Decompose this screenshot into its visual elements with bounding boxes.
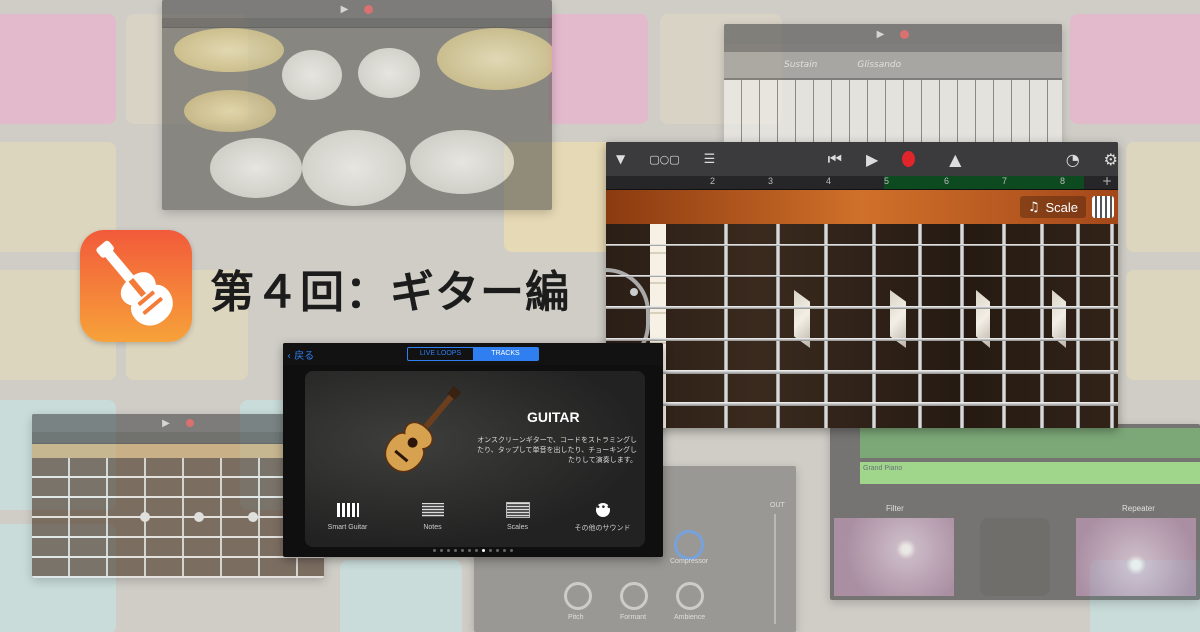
instrument-card: GUITAR オンスクリーンギターで、コードをストラミングしたり、タップして単音… [305,371,645,547]
ruler-number: 5 [884,176,890,186]
piano-keys[interactable] [724,80,1062,144]
filter-label: Filter [886,504,904,513]
main-toolbar: ▼ ▢○▢ ☰ ⏮ ▶ ▲ ◔ ⚙ [606,142,1118,176]
guitar-icon [96,240,173,326]
scales-fretboard-icon [505,502,530,518]
back-label: 戻る [294,351,315,362]
glissando-label[interactable]: Glissando [857,60,901,70]
option-label: その他のサウンド [574,524,631,532]
knob-label-compressor: Compressor [670,558,709,565]
guitar-string[interactable] [606,244,1118,246]
kick-drum [302,130,406,206]
repeater-xy-pad[interactable] [1076,518,1196,596]
mixer-icon[interactable]: ☰ [704,152,716,167]
instrument-description: オンスクリーンギターで、コードをストラミングしたり、タップして単音を出したり、チ… [476,436,637,464]
option-more-sounds[interactable]: ••• その他のサウンド [568,503,638,533]
scale-button[interactable]: ♫ Scale [1019,196,1086,218]
page-title: 第４回：ギター編 [210,267,570,318]
option-label: Scales [506,524,528,531]
tempo-icon[interactable]: ◔ [1066,150,1080,169]
floor-tom [410,130,514,194]
menu-chevron-icon[interactable]: ▼ [616,152,625,166]
option-label: Notes [423,524,442,531]
page-indicator [283,549,663,552]
ruler-number: 6 [944,176,950,186]
scale-button-label: Scale [1045,199,1078,215]
hihat [184,90,276,132]
rewind-icon[interactable]: ⏮ [828,149,842,169]
tracks-view-icon[interactable]: ▢○▢ [649,153,679,166]
guitar-string[interactable] [606,275,1118,277]
settings-gear-icon[interactable]: ⚙ [1104,150,1118,169]
more-sounds-icon: ••• [595,503,611,517]
ruler-number: 8 [1060,176,1066,186]
smart-guitar-icon [336,503,359,517]
tab-live-loops[interactable]: LIVE LOOPS [408,348,473,360]
tab-tracks[interactable]: TRACKS [473,348,538,360]
option-smart-guitar[interactable]: Smart Guitar [313,503,383,533]
option-scales[interactable]: Scales [483,502,553,533]
sustain-label[interactable]: Sustain [784,60,817,70]
play-icon[interactable]: ▶ [866,150,878,169]
instrument-options: Smart Guitar Notes Scales ••• その他のサウンド [305,502,645,533]
cymbal-left [174,28,284,72]
cymbal-right [437,28,552,90]
option-label: Smart Guitar [327,524,368,531]
knob-label-formant: Formant [620,614,647,621]
metronome-icon[interactable]: ▲ [949,150,961,169]
guitar-string[interactable] [606,402,1118,406]
drums-toolbar: ▶ [162,0,552,18]
guitar-fretboard-screenshot: ▼ ▢○▢ ☰ ⏮ ▶ ▲ ◔ ⚙ 2 3 4 5 6 7 8 + ♫ Scal… [606,142,1118,428]
record-icon[interactable] [364,4,374,14]
instrument-browser-screenshot: ‹ 戻る LIVE LOOPS TRACKS GUITAR オンスクリーンギター… [283,343,663,557]
ruler-number: 4 [826,176,832,186]
acoustic-guitar-icon [384,385,462,473]
keyboard-screenshot: ▶ Sustain Glissando [724,24,1062,144]
segmented-control: LIVE LOOPS TRACKS [407,347,539,361]
filter-xy-pad[interactable] [834,518,954,596]
guitar-string[interactable] [606,306,1118,309]
chords-toggle-icon[interactable] [1092,196,1114,218]
guitar-body-strip: ♫ Scale [606,190,1118,224]
record-icon[interactable] [902,151,916,167]
ruler-number: 3 [768,176,774,186]
repeater-label: Repeater [1122,504,1155,513]
tom-right [358,48,420,98]
back-chevron-icon: ‹ [287,351,291,362]
snare [210,138,302,198]
drums-screenshot: ▶ [162,0,552,210]
notes-fretboard-icon [421,503,444,517]
track-region[interactable]: Grand Piano [860,462,1200,484]
app-icon [80,230,192,342]
track-name: Grand Piano [863,465,903,472]
knob-label-ambience: Ambience [674,614,706,621]
add-section-icon[interactable]: + [1102,174,1112,188]
browser-header: ‹ 戻る LIVE LOOPS TRACKS [283,343,663,365]
ruler-number: 2 [710,176,716,186]
out-label: OUT [770,502,785,509]
guitar-notes-screenshot: ▶ [32,414,324,578]
guitar-string[interactable] [606,338,1118,341]
fretboard[interactable] [606,224,1118,428]
play-icon[interactable]: ▶ [341,4,349,15]
tom-left [282,50,342,100]
back-button[interactable]: ‹ 戻る [287,347,314,362]
fx-screenshot: Grand Piano Filter Repeater [830,424,1200,600]
instrument-title: GUITAR [527,409,580,425]
scale-notes-icon: ♫ [1027,199,1040,215]
ruler-number: 7 [1002,176,1008,186]
option-notes[interactable]: Notes [398,503,468,533]
knob-label-pitch: Pitch [568,614,584,621]
guitar-string[interactable] [606,370,1118,374]
timeline-ruler[interactable]: 2 3 4 5 6 7 8 + [606,174,1118,190]
